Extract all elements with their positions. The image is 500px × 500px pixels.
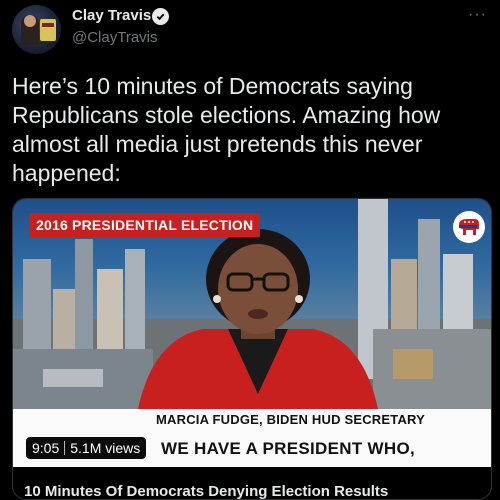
author-name[interactable]: Clay Travis <box>72 7 151 24</box>
video-stats: 9:05 5.1M views <box>26 437 147 459</box>
video-card[interactable]: 2016 PRESIDENTIAL ELECTION MARCIA FUDGE,… <box>12 198 492 500</box>
lower-third-name: MARCIA FUDGE, BIDEN HUD SECRETARY <box>156 412 426 427</box>
video-player[interactable]: 2016 PRESIDENTIAL ELECTION MARCIA FUDGE,… <box>13 199 491 467</box>
author-handle[interactable]: @ClayTravis <box>72 29 158 46</box>
video-title[interactable]: 10 Minutes Of Democrats Denying Election… <box>24 483 388 499</box>
video-views: 5.1M views <box>70 440 141 456</box>
lower-third-quote: WE HAVE A PRESIDENT WHO, <box>161 439 416 458</box>
more-options-icon[interactable]: ··· <box>468 6 487 24</box>
divider <box>64 441 66 455</box>
tweet-text: Here’s 10 minutes of Democrats saying Re… <box>12 73 441 186</box>
verified-badge-icon <box>152 8 169 25</box>
speaker-image <box>138 229 378 409</box>
avatar[interactable] <box>12 5 61 54</box>
elephant-logo-icon <box>453 211 485 243</box>
video-duration: 9:05 <box>32 440 60 456</box>
tweet-header: Clay Travis @ClayTravis ··· <box>0 0 500 60</box>
election-tag: 2016 PRESIDENTIAL ELECTION <box>29 213 261 237</box>
